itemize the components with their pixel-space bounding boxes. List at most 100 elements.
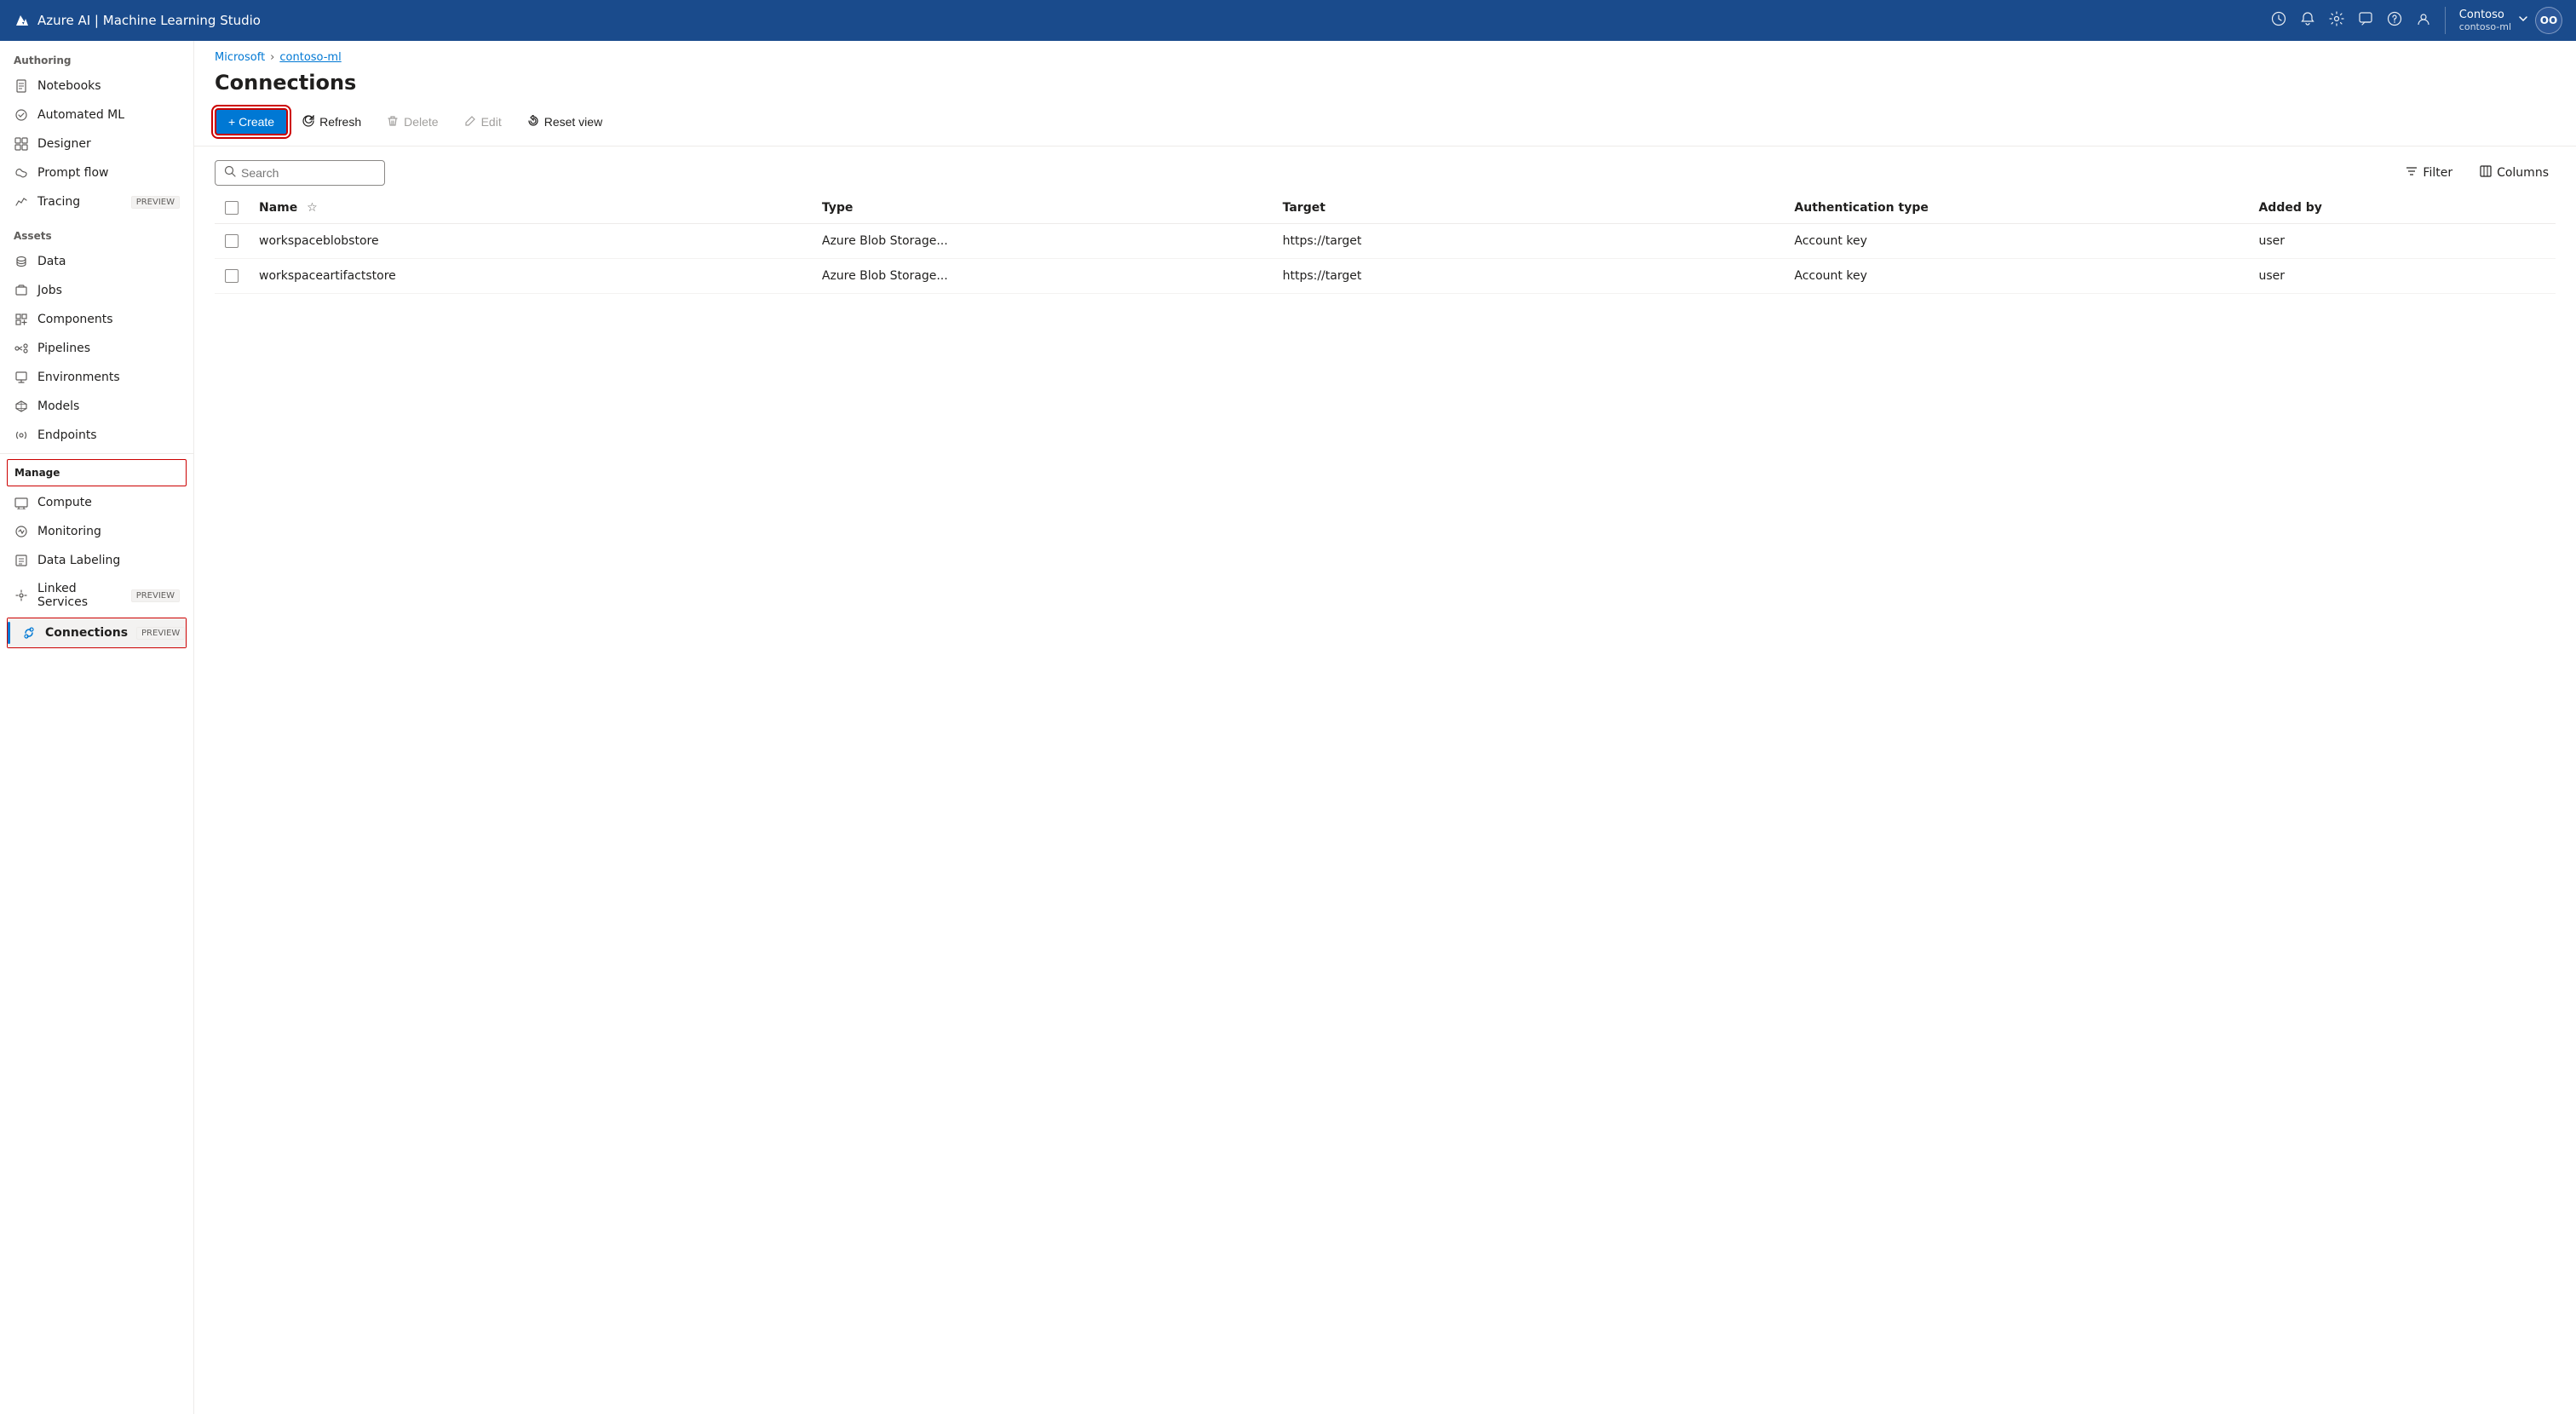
azure-logo — [14, 12, 31, 29]
connections-box: Connections PREVIEW — [7, 618, 187, 648]
filter-button[interactable]: Filter — [2399, 162, 2459, 184]
cell-auth-1: Account key — [1784, 259, 2248, 294]
refresh-label: Refresh — [319, 115, 361, 129]
delete-button[interactable]: Delete — [376, 109, 449, 135]
sidebar-item-endpoints[interactable]: Endpoints — [0, 421, 193, 450]
row-checkbox-0[interactable] — [225, 234, 239, 248]
endpoints-label: Endpoints — [37, 428, 180, 442]
sidebar-item-prompt-flow[interactable]: Prompt flow — [0, 158, 193, 187]
star-header-icon: ☆ — [307, 201, 318, 215]
data-labeling-label: Data Labeling — [37, 554, 180, 567]
history-icon[interactable] — [2271, 11, 2286, 30]
automated-ml-icon — [14, 107, 29, 123]
models-icon — [14, 399, 29, 414]
header-type[interactable]: Type — [812, 193, 1273, 224]
tracing-label: Tracing — [37, 195, 123, 209]
delete-icon — [387, 115, 399, 129]
main-content: Microsoft › contoso-ml Connections + Cre… — [194, 41, 2576, 1414]
cell-addedby-1: user — [2248, 259, 2556, 294]
cell-name-1[interactable]: workspaceartifactstore — [249, 259, 812, 294]
sidebar-item-models[interactable]: Models — [0, 392, 193, 421]
header-target[interactable]: Target — [1273, 193, 1785, 224]
components-label: Components — [37, 313, 180, 326]
header-name[interactable]: Name ☆ — [249, 193, 812, 224]
manage-section-label: Manage — [8, 460, 186, 486]
sidebar-item-compute[interactable]: Compute — [0, 488, 193, 517]
edit-button[interactable]: Edit — [453, 109, 513, 135]
sidebar-item-connections[interactable]: Connections PREVIEW — [8, 618, 186, 647]
assets-section-label: Assets — [0, 216, 193, 247]
create-button[interactable]: + Create — [215, 108, 288, 135]
jobs-icon — [14, 283, 29, 298]
feedback-icon[interactable] — [2358, 11, 2373, 30]
cell-type-0: Azure Blob Storage... — [812, 224, 1273, 259]
linked-services-icon — [14, 588, 29, 603]
sidebar-item-designer[interactable]: Designer — [0, 129, 193, 158]
topbar-left: Azure AI | Machine Learning Studio — [14, 12, 261, 29]
cell-type-1: Azure Blob Storage... — [812, 259, 1273, 294]
monitoring-icon — [14, 524, 29, 539]
sidebar-item-automated-ml[interactable]: Automated ML — [0, 101, 193, 129]
table-row: workspaceartifactstore Azure Blob Storag… — [215, 259, 2556, 294]
sidebar-item-environments[interactable]: Environments — [0, 363, 193, 392]
columns-button[interactable]: Columns — [2473, 162, 2556, 184]
refresh-icon — [302, 115, 314, 129]
cell-name-0[interactable]: workspaceblobstore — [249, 224, 812, 259]
endpoints-icon — [14, 428, 29, 443]
sidebar-item-tracing[interactable]: Tracing PREVIEW — [0, 187, 193, 216]
refresh-button[interactable]: Refresh — [291, 109, 372, 135]
header-checkbox — [215, 193, 249, 224]
sidebar-item-data-labeling[interactable]: Data Labeling — [0, 546, 193, 575]
sidebar-item-notebooks[interactable]: Notebooks — [0, 72, 193, 101]
sidebar-item-jobs[interactable]: Jobs — [0, 276, 193, 305]
breadcrumb-microsoft[interactable]: Microsoft — [215, 51, 265, 64]
breadcrumb-sep-1: › — [270, 51, 274, 64]
notebooks-label: Notebooks — [37, 79, 180, 93]
search-box[interactable] — [215, 160, 385, 186]
connections-badge: PREVIEW — [136, 627, 185, 640]
help-icon[interactable] — [2387, 11, 2402, 30]
cell-addedby-0: user — [2248, 224, 2556, 259]
monitoring-label: Monitoring — [37, 525, 180, 538]
manage-section-box: Manage — [7, 459, 187, 486]
designer-label: Designer — [37, 137, 180, 151]
edit-icon — [464, 115, 476, 129]
components-icon — [14, 312, 29, 327]
account-icon[interactable] — [2416, 11, 2431, 30]
pipelines-label: Pipelines — [37, 342, 180, 355]
models-label: Models — [37, 399, 180, 413]
reset-icon — [527, 115, 539, 129]
filter-label: Filter — [2423, 166, 2452, 180]
header-addedby[interactable]: Added by — [2248, 193, 2556, 224]
authoring-section-label: Authoring — [0, 41, 193, 72]
header-auth[interactable]: Authentication type — [1784, 193, 2248, 224]
sidebar-item-monitoring[interactable]: Monitoring — [0, 517, 193, 546]
sidebar-item-data[interactable]: Data — [0, 247, 193, 276]
app-title: Azure AI | Machine Learning Studio — [37, 13, 261, 28]
reset-view-button[interactable]: Reset view — [516, 109, 613, 135]
linked-services-label: Linked Services — [37, 582, 123, 609]
bell-icon[interactable] — [2300, 11, 2315, 30]
sidebar-item-pipelines[interactable]: Pipelines — [0, 334, 193, 363]
row-checkbox-1[interactable] — [225, 269, 239, 283]
filter-cols: Filter Columns — [2399, 162, 2556, 184]
user-sub: contoso-ml — [2459, 21, 2511, 32]
sidebar-item-components[interactable]: Components — [0, 305, 193, 334]
cell-auth-0: Account key — [1784, 224, 2248, 259]
cell-target-1: https://target — [1273, 259, 1785, 294]
search-input[interactable] — [241, 166, 360, 180]
compute-icon — [14, 495, 29, 510]
data-labeling-icon — [14, 553, 29, 568]
breadcrumb-contoso-ml[interactable]: contoso-ml — [279, 51, 341, 64]
notebook-icon — [14, 78, 29, 94]
sidebar-item-linked-services[interactable]: Linked Services PREVIEW — [0, 575, 193, 616]
settings-icon[interactable] — [2329, 11, 2344, 30]
select-all-checkbox[interactable] — [225, 201, 239, 215]
reset-label: Reset view — [544, 115, 602, 129]
environments-label: Environments — [37, 371, 180, 384]
user-profile[interactable]: Contoso contoso-ml OO — [2445, 7, 2562, 34]
breadcrumb: Microsoft › contoso-ml — [194, 41, 2576, 64]
connections-table: Name ☆ Type Target Authentication type A… — [215, 193, 2556, 294]
content-area: Filter Columns — [194, 147, 2576, 1414]
toolbar: + Create Refresh Delete Edit — [194, 108, 2576, 147]
